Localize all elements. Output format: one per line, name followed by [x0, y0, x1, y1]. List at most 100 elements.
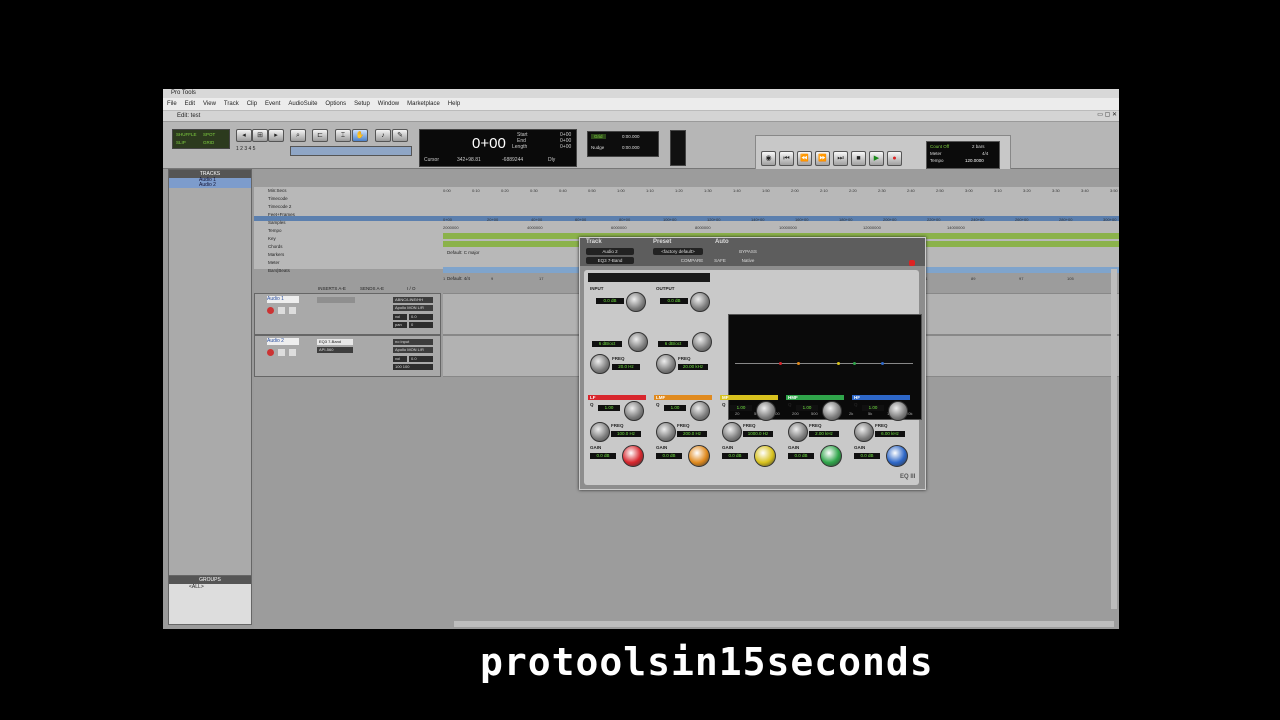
band-q-knob[interactable]: [888, 401, 908, 421]
input-gain-value[interactable]: 0.0 dB: [596, 298, 624, 304]
zoomer-tool-icon[interactable]: ⌕: [290, 129, 306, 142]
zoom-out-button[interactable]: ◂: [236, 129, 252, 142]
groups-header[interactable]: GROUPS: [169, 576, 251, 584]
lpf-q-knob[interactable]: [692, 332, 712, 352]
output-gain-value[interactable]: 0.0 dB: [660, 298, 688, 304]
input-selector[interactable]: no input: [393, 339, 433, 345]
pan-value[interactable]: 100 100: [393, 364, 433, 370]
pencil-tool-icon[interactable]: ✎: [392, 129, 408, 142]
menu-help[interactable]: Help: [444, 98, 464, 110]
hmf-band-point[interactable]: [853, 362, 856, 365]
lpf-freq-knob[interactable]: [656, 354, 676, 374]
band-freq-value[interactable]: 2.00 kHz: [809, 431, 839, 437]
menu-event[interactable]: Event: [261, 98, 284, 110]
hpf-q-knob[interactable]: [628, 332, 648, 352]
mode-shuffle[interactable]: SHUFFLE: [176, 132, 197, 137]
nudge-value[interactable]: 0:00.000: [622, 145, 640, 150]
band-gain-value[interactable]: 0.0 dB: [590, 453, 616, 459]
band-gain-value[interactable]: 0.0 dB: [722, 453, 748, 459]
track-name[interactable]: Audio 1: [267, 296, 299, 303]
grid-label[interactable]: Grid: [591, 134, 606, 139]
mode-spot[interactable]: SPOT: [203, 132, 215, 137]
rewind-icon[interactable]: ⏪: [797, 151, 812, 166]
band-q-value[interactable]: 1.00: [796, 405, 818, 411]
play-icon[interactable]: ▶: [869, 151, 884, 166]
zoom-presets[interactable]: 1 2 3 4 5: [236, 146, 255, 152]
grabber-tool-icon[interactable]: ✋: [352, 129, 368, 142]
ruler-name[interactable]: Samples: [268, 220, 286, 225]
stop-icon[interactable]: ■: [851, 151, 866, 166]
band-gain-knob[interactable]: [754, 445, 776, 467]
ruler-name[interactable]: Chords: [268, 244, 283, 249]
band-q-value[interactable]: 1.00: [598, 405, 620, 411]
track-name[interactable]: Audio 2: [267, 338, 299, 345]
menu-view[interactable]: View: [199, 98, 220, 110]
mute-button[interactable]: [289, 349, 296, 356]
hpf-freq-knob[interactable]: [590, 354, 610, 374]
band-gain-value[interactable]: 0.0 dB: [788, 453, 814, 459]
grid-value[interactable]: 0:00.000: [622, 134, 640, 139]
band-q-knob[interactable]: [690, 401, 710, 421]
length-value[interactable]: 0+00: [560, 144, 571, 150]
go-to-end-icon[interactable]: ⏭: [833, 151, 848, 166]
band-freq-value[interactable]: 6.00 kHz: [875, 431, 905, 437]
solo-button[interactable]: [278, 307, 285, 314]
menu-setup[interactable]: Setup: [350, 98, 374, 110]
volume-value[interactable]: 0.0: [409, 314, 433, 320]
output-selector[interactable]: Apollo MON L/R: [393, 347, 433, 353]
menu-track[interactable]: Track: [220, 98, 243, 110]
band-gain-knob[interactable]: [886, 445, 908, 467]
band-gain-value[interactable]: 0.0 dB: [854, 453, 880, 459]
band-gain-knob[interactable]: [622, 445, 644, 467]
hpf-slope-value[interactable]: 6 dB/oct: [592, 341, 622, 347]
menu-options[interactable]: Options: [321, 98, 350, 110]
main-counter[interactable]: 0+00 Start End Length 0+00 0+00 0+00 Cur…: [419, 129, 577, 167]
ruler-name[interactable]: Timecode: [268, 196, 288, 201]
lpf-freq-value[interactable]: 20.00 kHz: [678, 364, 708, 370]
band-q-value[interactable]: 1.00: [730, 405, 752, 411]
nudge-label[interactable]: Nudge: [591, 145, 604, 150]
safe-button[interactable]: SAFE: [713, 257, 727, 264]
band-q-knob[interactable]: [822, 401, 842, 421]
record-enable-button[interactable]: [267, 307, 274, 314]
mode-grid[interactable]: GRID: [203, 140, 214, 145]
grid-nudge-display[interactable]: Grid 0:00.000 Nudge 0:00.000: [587, 131, 659, 157]
mode-slip[interactable]: SLIP: [176, 140, 186, 145]
compare-button[interactable]: COMPARE: [678, 257, 706, 264]
selector-tool-icon[interactable]: ⌶: [335, 129, 351, 142]
insert-slot-api560[interactable]: API-560: [317, 347, 353, 353]
band-q-value[interactable]: 1.00: [664, 405, 686, 411]
band-freq-value[interactable]: 1000.0 Hz: [743, 431, 773, 437]
mf-band-point[interactable]: [837, 362, 840, 365]
lmf-band-point[interactable]: [797, 362, 800, 365]
track-selector[interactable]: Audio 2: [586, 248, 634, 255]
insert-slot-eq3[interactable]: EQ3 7-Band: [317, 339, 353, 345]
band-freq-knob[interactable]: [788, 422, 808, 442]
band-q-value[interactable]: 1.00: [862, 405, 884, 411]
band-freq-knob[interactable]: [656, 422, 676, 442]
band-freq-value[interactable]: 100.0 Hz: [611, 431, 641, 437]
band-freq-value[interactable]: 200.0 Hz: [677, 431, 707, 437]
hf-band-point[interactable]: [881, 362, 884, 365]
band-freq-knob[interactable]: [854, 422, 874, 442]
band-freq-knob[interactable]: [722, 422, 742, 442]
menu-edit[interactable]: Edit: [181, 98, 199, 110]
record-icon[interactable]: ●: [887, 151, 902, 166]
band-gain-knob[interactable]: [820, 445, 842, 467]
ruler-name[interactable]: Meter: [268, 260, 280, 265]
edit-mode-selector[interactable]: SHUFFLE SPOT SLIP GRID: [172, 129, 230, 149]
menu-window[interactable]: Window: [374, 98, 403, 110]
bypass-button[interactable]: BYPASS: [737, 248, 759, 255]
ruler-name[interactable]: Bars|Beats: [268, 268, 290, 273]
meter-marker[interactable]: Default: 4/4: [443, 276, 470, 281]
edit-options-bar[interactable]: [290, 146, 412, 156]
band-q-knob[interactable]: [756, 401, 776, 421]
trim-tool-icon[interactable]: ⊏: [312, 129, 328, 142]
band-q-knob[interactable]: [624, 401, 644, 421]
track-audio-2[interactable]: Audio 2 EQ3 7-Band API-560 no input Apol…: [254, 335, 441, 377]
meter-value[interactable]: 4/4: [982, 151, 988, 156]
menu-audiosuite[interactable]: AudioSuite: [284, 98, 321, 110]
ruler-name[interactable]: Timecode 2: [268, 204, 291, 209]
fast-forward-icon[interactable]: ⏩: [815, 151, 830, 166]
output-selector[interactable]: Apollo MON L/R: [393, 305, 433, 311]
